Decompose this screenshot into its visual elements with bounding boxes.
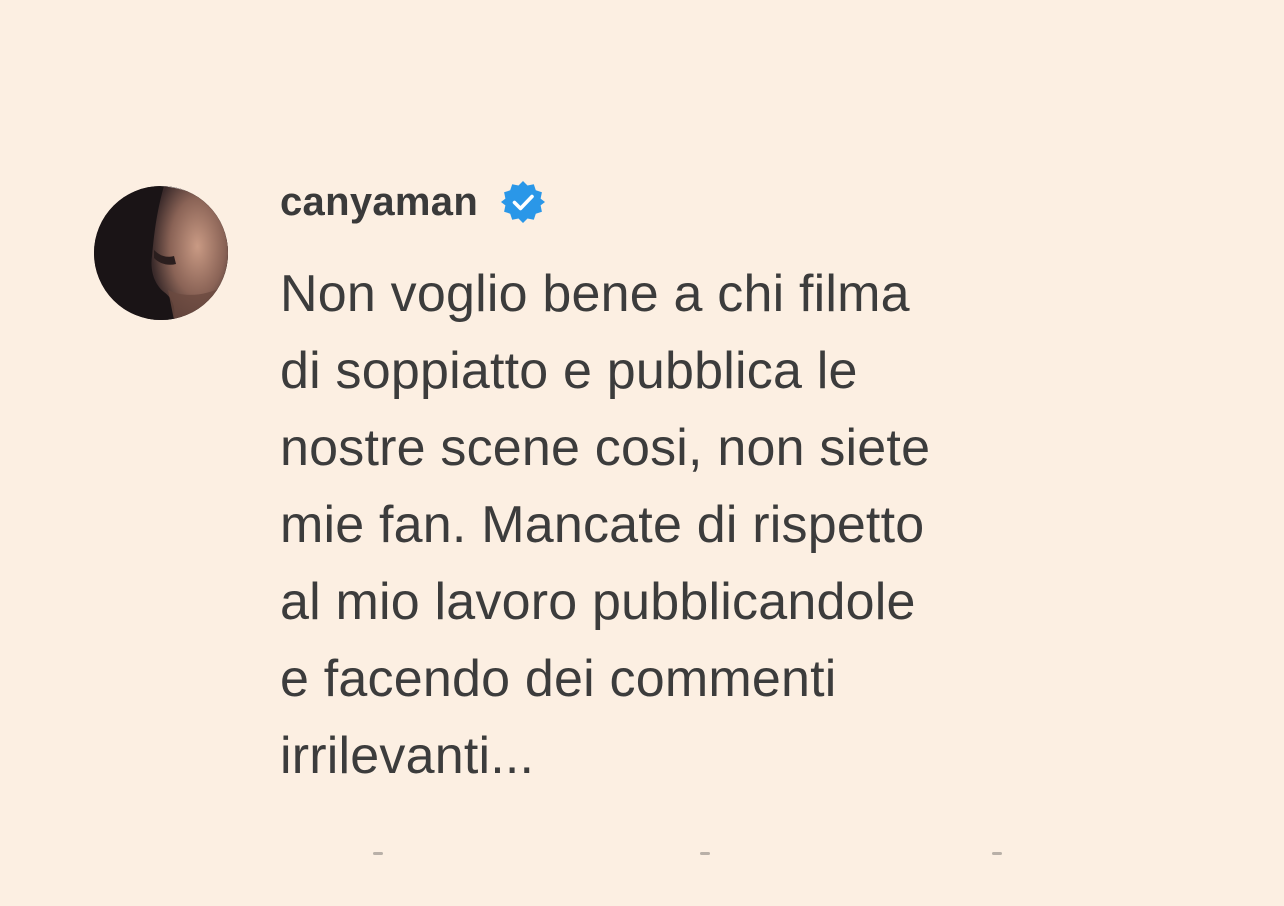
verified-badge-icon [500, 179, 546, 225]
dot [992, 852, 1002, 855]
username[interactable]: canyaman [280, 180, 478, 225]
dot [373, 852, 383, 855]
profile-photo [94, 186, 228, 320]
comment-body: canyaman Non voglio bene a chi filma di … [280, 176, 1160, 795]
comment-text: Non voglio bene a chi filma di soppiatto… [280, 265, 931, 785]
avatar[interactable] [94, 186, 228, 320]
dot [700, 852, 710, 855]
comment-header: canyaman [280, 176, 1160, 228]
pagination-dots [0, 852, 1284, 862]
